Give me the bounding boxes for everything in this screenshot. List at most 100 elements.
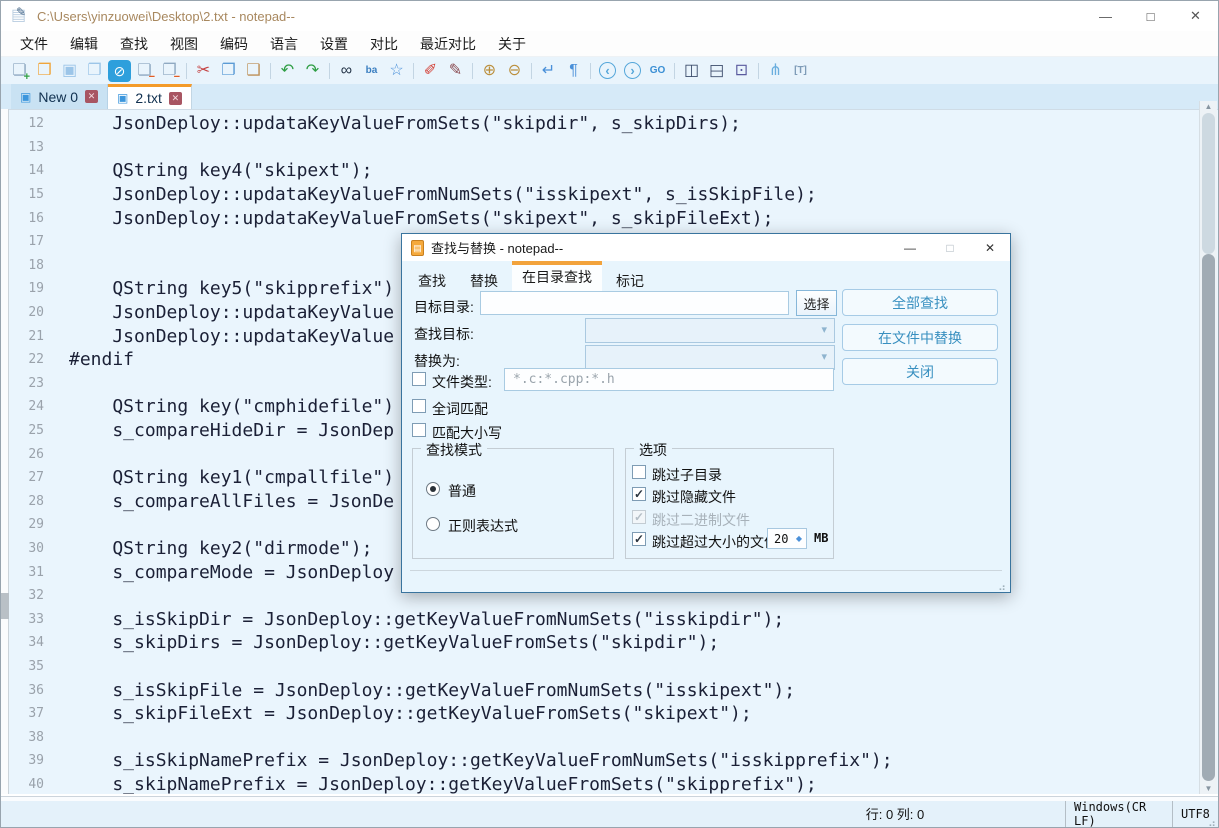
dialog-tab-2[interactable]: 在目录查找 (512, 261, 602, 295)
mode-regex-radio[interactable] (426, 517, 440, 531)
maximize-button[interactable]: □ (1128, 1, 1173, 31)
save-icon[interactable]: ▣ (58, 60, 81, 82)
replace-in-files-button[interactable]: 在文件中替换 (842, 324, 998, 351)
save-all-icon[interactable]: ❐ (83, 60, 106, 82)
close-dialog-button[interactable]: 关闭 (842, 358, 998, 385)
panel-grip-handle[interactable] (1, 593, 9, 619)
word-wrap-icon[interactable]: ↵ (537, 60, 560, 82)
find-all-button[interactable]: 全部查找 (842, 289, 998, 316)
split-vertical-icon[interactable]: ◫ (706, 59, 728, 82)
dialog-tab-1[interactable]: 替换 (460, 261, 508, 295)
erase-pen-icon[interactable]: ✎ (444, 60, 467, 82)
code-line[interactable]: 13 (10, 136, 1199, 160)
menu-item-8[interactable]: 最近对比 (409, 31, 487, 57)
close-button[interactable]: ✕ (1173, 1, 1218, 31)
choose-dir-button[interactable]: 选择 (796, 290, 837, 316)
vertical-scrollbar[interactable]: ▲ ▼ (1199, 101, 1217, 794)
code-line[interactable]: 15 JsonDeploy::updataKeyValueFromNumSets… (10, 183, 1199, 207)
dropdown-arrow-icon[interactable]: ▾ (821, 350, 827, 363)
scroll-down-icon[interactable]: ▼ (1200, 784, 1217, 793)
split-window-icon[interactable]: ◫ (680, 60, 703, 82)
line-number: 22 (10, 352, 44, 367)
close-file-icon[interactable]: ❏− (133, 60, 156, 82)
whole-word-checkbox[interactable] (412, 399, 426, 413)
function-list-icon[interactable]: ⋔ (764, 60, 787, 82)
menu-item-7[interactable]: 对比 (359, 31, 409, 57)
tab-close-button[interactable]: ✕ (169, 92, 182, 105)
new-file-icon[interactable]: ❏+ (8, 60, 31, 82)
target-dir-input[interactable] (480, 291, 789, 315)
nav-back-icon[interactable]: ‹ (599, 62, 616, 79)
minimize-button[interactable]: — (1083, 1, 1128, 31)
code-line[interactable]: 35 (10, 655, 1199, 679)
dialog-close-button[interactable]: ✕ (970, 234, 1010, 261)
dialog-maximize-button[interactable]: □ (930, 234, 970, 261)
code-line[interactable]: 16 JsonDeploy::updataKeyValueFromSets("s… (10, 206, 1199, 230)
copy-icon[interactable]: ❐ (217, 60, 240, 82)
menu-item-9[interactable]: 关于 (487, 31, 537, 57)
file-type-input[interactable]: *.c:*.cpp:*.h (504, 368, 834, 391)
zoom-out-icon[interactable]: ⊖ (503, 60, 526, 82)
dialog-resize-grip-icon[interactable]: ⣠ (998, 578, 1006, 591)
dialog-minimize-button[interactable]: — (890, 234, 930, 261)
menu-item-6[interactable]: 设置 (309, 31, 359, 57)
dropdown-arrow-icon[interactable]: ▾ (821, 323, 827, 336)
scrollbar-thumb[interactable] (1202, 254, 1215, 781)
redo-icon[interactable]: ↷ (301, 60, 324, 82)
code-text: s_skipFileExt = JsonDeploy::getKeyValueF… (69, 703, 752, 724)
scrollbar-track-upper[interactable] (1202, 113, 1215, 254)
toolbar-separator (674, 63, 675, 79)
max-size-spinner[interactable]: 20◆ (767, 528, 807, 549)
show-symbol-icon[interactable]: ¶ (562, 60, 585, 82)
skip-large-checkbox[interactable]: ✓ (632, 532, 646, 546)
resize-grip-icon[interactable]: ⣠ (1208, 814, 1216, 827)
skip-subdir-checkbox[interactable] (632, 465, 646, 479)
menu-item-3[interactable]: 视图 (159, 31, 209, 57)
paste-icon[interactable]: ❑ (242, 60, 265, 82)
close-all-icon[interactable]: ❐− (158, 60, 181, 82)
undo-icon[interactable]: ↶ (276, 60, 299, 82)
match-case-checkbox[interactable] (412, 423, 426, 437)
dialog-separator (410, 570, 1002, 571)
goto-line-icon[interactable]: GO (646, 60, 669, 82)
skip-hidden-checkbox[interactable]: ✓ (632, 487, 646, 501)
menu-item-5[interactable]: 语言 (259, 31, 309, 57)
spinner-icon[interactable]: ◆ (796, 534, 806, 543)
dialog-tab-3[interactable]: 标记 (606, 261, 654, 295)
tab-close-button[interactable]: ✕ (85, 90, 98, 103)
code-line[interactable]: 40 s_skipNamePrefix = JsonDeploy::getKey… (10, 773, 1199, 794)
code-line[interactable]: 33 s_isSkipDir = JsonDeploy::getKeyValue… (10, 607, 1199, 631)
code-line[interactable]: 12 JsonDeploy::updataKeyValueFromSets("s… (10, 112, 1199, 136)
cut-icon[interactable]: ✂ (192, 60, 215, 82)
menu-item-1[interactable]: 编辑 (59, 31, 109, 57)
find-icon[interactable]: ∞ (335, 60, 358, 82)
code-line[interactable]: 36 s_isSkipFile = JsonDeploy::getKeyValu… (10, 678, 1199, 702)
code-line[interactable]: 38 (10, 725, 1199, 749)
dialog-tab-0[interactable]: 查找 (408, 261, 456, 295)
scroll-up-icon[interactable]: ▲ (1200, 102, 1217, 111)
replace-with-label: 替换为: (414, 351, 460, 371)
file-type-checkbox[interactable] (412, 372, 426, 386)
replace-icon[interactable]: ba (360, 60, 383, 82)
highlight-pen-icon[interactable]: ✐ (419, 60, 442, 82)
mode-normal-radio[interactable] (426, 482, 440, 496)
mark-icon[interactable]: ☆ (385, 60, 408, 82)
code-line[interactable]: 39 s_isSkipNamePrefix = JsonDeploy::getK… (10, 749, 1199, 773)
code-line[interactable]: 34 s_skipDirs = JsonDeploy::getKeyValueF… (10, 631, 1199, 655)
zoom-in-icon[interactable]: ⊕ (478, 60, 501, 82)
code-line[interactable]: 37 s_skipFileExt = JsonDeploy::getKeyVal… (10, 702, 1199, 726)
find-target-combobox[interactable]: ▾ (585, 318, 835, 343)
text-format-icon[interactable]: [T] (789, 60, 812, 82)
menu-item-2[interactable]: 查找 (109, 31, 159, 57)
monitor-icon[interactable]: ⊡ (730, 60, 753, 82)
nav-forward-icon[interactable]: › (624, 62, 641, 79)
file-tab-0[interactable]: ▣New 0✕ (11, 84, 108, 109)
menu-item-4[interactable]: 编码 (209, 31, 259, 57)
file-tab-1[interactable]: ▣2.txt✕ (108, 84, 192, 109)
menu-item-0[interactable]: 文件 (9, 31, 59, 57)
compare-icon[interactable]: ⊘ (108, 60, 131, 82)
replace-with-combobox[interactable]: ▾ (585, 345, 835, 370)
line-number: 33 (10, 612, 44, 627)
code-line[interactable]: 14 QString key4("skipext"); (10, 159, 1199, 183)
open-folder-icon[interactable]: ❒ (33, 60, 56, 82)
